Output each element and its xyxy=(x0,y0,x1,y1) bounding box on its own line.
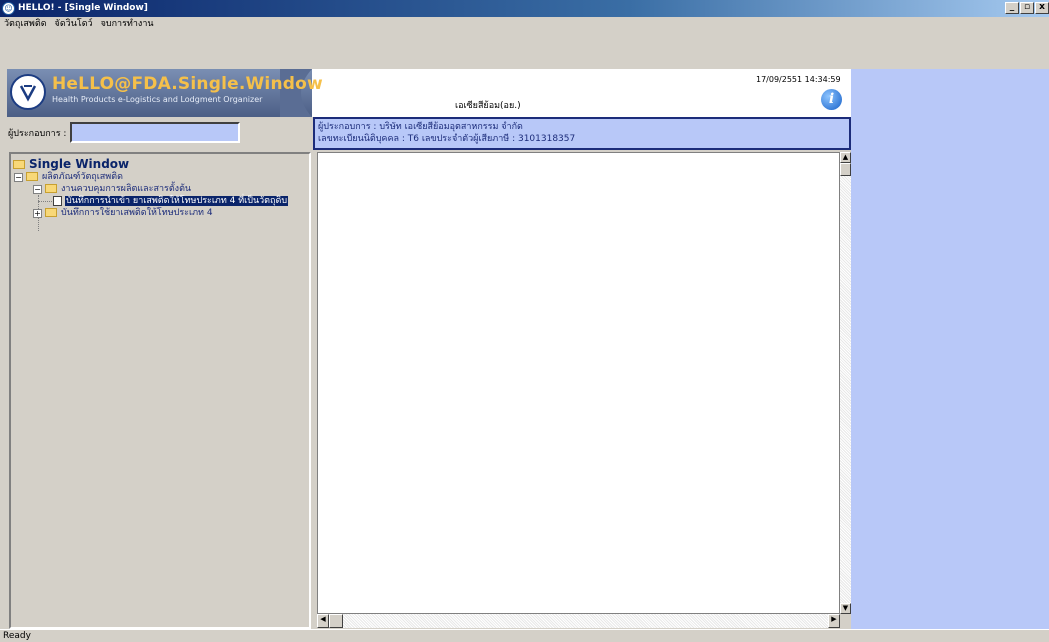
company-info-box: ผู้ประกอบการ : บริษัท เอเซียสีย้อมอุตสาห… xyxy=(313,117,851,150)
scroll-down-button[interactable]: ▼ xyxy=(840,603,851,614)
window-title: HELLO! - [Single Window] xyxy=(18,3,148,13)
window-titlebar[interactable]: ☺ HELLO! - [Single Window] _ ▫ x xyxy=(0,0,1049,17)
logo-subtitle: Health Products e-Logistics and Lodgment… xyxy=(52,95,263,104)
tree-collapse-toggle[interactable]: − xyxy=(33,185,42,194)
horizontal-scroll-thumb[interactable] xyxy=(329,614,343,628)
company-name: ผู้ประกอบการ : บริษัท เอเซียสีย้อมอุตสาห… xyxy=(318,122,523,132)
scroll-left-button[interactable]: ◀ xyxy=(317,614,329,628)
menu-item-window[interactable]: จัดวินโดว์ xyxy=(51,17,97,31)
folder-icon xyxy=(45,208,57,217)
banner-center-label: เอเซียสีย้อม(อย.) xyxy=(455,101,521,111)
folder-icon xyxy=(45,184,57,193)
tree-item-production-control[interactable]: งานควบคุมการผลิตและสารตั้งต้น xyxy=(45,183,191,195)
status-text: Ready xyxy=(3,631,31,641)
datetime-display: 17/09/2551 14:34:59 xyxy=(756,75,841,84)
app-icon: ☺ xyxy=(2,2,15,15)
scroll-right-button[interactable]: ▶ xyxy=(828,614,840,628)
tree-panel: Single Window − ผลิตภัณฑ์วัตถุเสพติด − ง… xyxy=(9,152,311,629)
fda-logo-icon xyxy=(10,74,46,110)
info-icon[interactable]: i xyxy=(821,89,842,110)
scroll-up-button[interactable]: ▲ xyxy=(840,152,851,163)
restore-button[interactable]: ▫ xyxy=(1020,2,1034,14)
menu-bar: วัตถุเสพติด จัดวินโดว์ จบการทำงาน xyxy=(0,17,1049,31)
content-panel xyxy=(317,152,840,614)
tree-item-narcotic-products[interactable]: ผลิตภัณฑ์วัตถุเสพติด xyxy=(26,171,123,183)
tree-collapse-toggle[interactable]: − xyxy=(14,173,23,182)
company-registration: เลขทะเบียนนิติบุคคล : T6 เลขประจำตัวผู้เ… xyxy=(318,134,576,144)
tree-item-label: งานควบคุมการผลิตและสารตั้งต้น xyxy=(61,184,192,194)
operator-label: ผู้ประกอบการ : xyxy=(8,129,67,139)
minimize-button[interactable]: _ xyxy=(1005,2,1019,14)
logo-title: HeLLO@FDA.Single.Window xyxy=(52,74,323,94)
horizontal-scrollbar[interactable] xyxy=(317,614,840,628)
right-side-panel xyxy=(851,69,1049,629)
scroll-corner xyxy=(840,614,851,628)
vertical-scroll-thumb[interactable] xyxy=(840,163,851,176)
tree-expand-toggle[interactable]: + xyxy=(33,209,42,218)
status-bar: Ready xyxy=(0,629,1049,642)
menu-item-exit[interactable]: จบการทำงาน xyxy=(97,17,158,31)
tree-item-label: บันทึกการใช้ยาเสพติดให้โทษประเภท 4 xyxy=(61,208,213,218)
window-controls: _ ▫ x xyxy=(1005,2,1049,15)
close-button[interactable]: x xyxy=(1035,2,1049,14)
tree-item-usage-record[interactable]: บันทึกการใช้ยาเสพติดให้โทษประเภท 4 xyxy=(45,207,213,219)
folder-icon xyxy=(13,160,25,169)
tree-item-label: บันทึกการนำเข้า ยาเสพติดให้โทษประเภท 4 ท… xyxy=(65,196,289,206)
tree-item-label: ผลิตภัณฑ์วัตถุเสพติด xyxy=(42,172,123,182)
document-icon xyxy=(53,195,62,206)
menu-item-narcotics[interactable]: วัตถุเสพติด xyxy=(0,17,51,31)
tree-item-import-record[interactable]: บันทึกการนำเข้า ยาเสพติดให้โทษประเภท 4 ท… xyxy=(53,195,289,207)
folder-icon xyxy=(26,172,38,181)
tree-root[interactable]: Single Window xyxy=(13,158,129,170)
vertical-scrollbar[interactable] xyxy=(840,152,851,614)
operator-input[interactable] xyxy=(70,122,240,143)
tree-root-label: Single Window xyxy=(29,157,130,171)
toolbar-area xyxy=(0,31,1049,66)
